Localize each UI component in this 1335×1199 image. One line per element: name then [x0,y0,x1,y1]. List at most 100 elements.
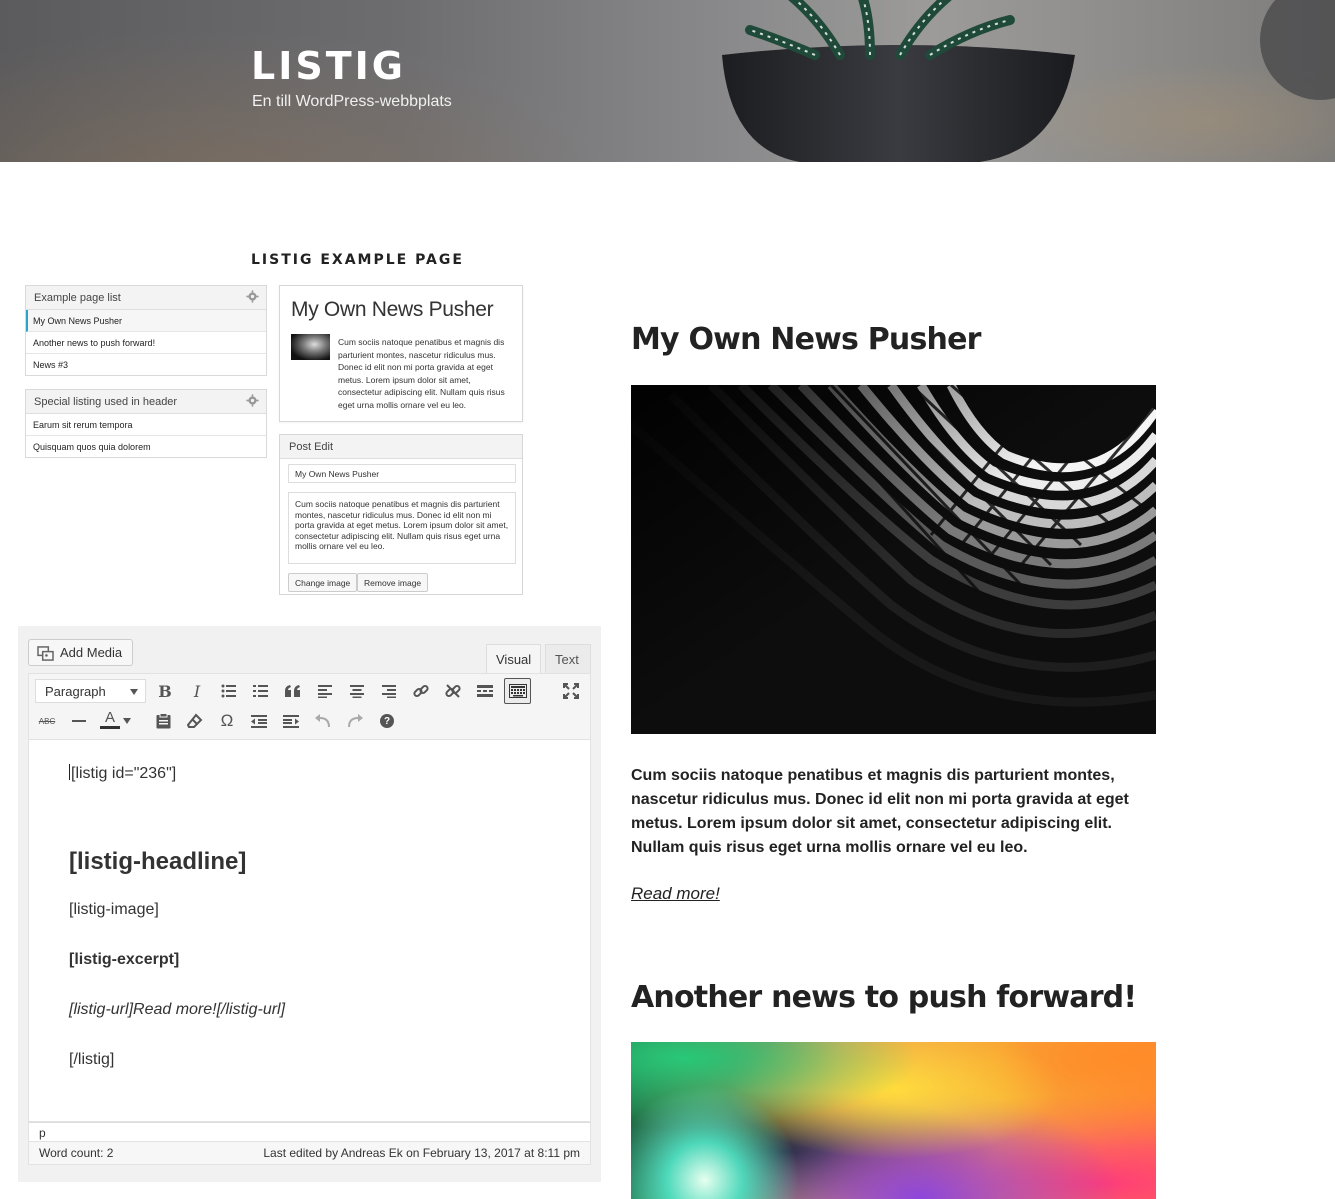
article-title[interactable]: Another news to push forward! [631,980,1137,1015]
indent-svg [283,714,299,728]
content-excerpt: [listig-excerpt] [69,951,180,968]
post-status-info: Word count: 2 Last edited by Andreas Ek … [28,1142,591,1165]
wp-editor: Add Media Visual Text Paragraph B I ABC … [18,626,601,1182]
text-color-glyph: A [104,708,115,726]
omega-glyph: Ω [220,711,234,730]
editor-toolbar: Paragraph B I ABC A Ω ? [28,673,591,740]
widget-special-listing: Special listing used in header Earum sit… [25,389,267,458]
list-item[interactable]: My Own News Pusher [26,310,266,332]
word-count: Word count: 2 [39,1146,114,1160]
list-item[interactable]: News #3 [26,354,266,376]
clear-formatting-icon[interactable] [183,709,207,733]
element-path[interactable]: p [28,1122,591,1142]
align-right-icon[interactable] [377,679,401,703]
list-item[interactable]: Quisquam quos quia dolorem [26,436,266,458]
blockquote-icon[interactable] [281,679,305,703]
widget-example-page-list: Example page list My Own News Pusher Ano… [25,285,267,376]
blockquote-svg [285,685,300,697]
list-item[interactable]: Earum sit rerum tempora [26,414,266,436]
align-center-svg [350,684,364,698]
post-excerpt-field[interactable]: Cum sociis natoque penatibus et magnis d… [288,492,516,564]
bold-glyph: B [158,681,172,701]
site-header: LISTIG En till WordPress-webbplats [0,0,1335,162]
link-svg [413,684,429,698]
redo-icon[interactable] [343,709,367,733]
align-right-svg [382,684,396,698]
special-character-icon[interactable]: Ω [215,709,239,733]
outdent-svg [251,714,267,728]
content-shortcode-close: [/listig] [69,1051,115,1068]
align-left-icon[interactable] [313,679,337,703]
preview-card-title: My Own News Pusher [291,298,494,321]
widget-header: Example page list [26,286,266,310]
format-select[interactable]: Paragraph [35,679,146,703]
text-color-swatch [100,725,120,729]
outdent-icon[interactable] [247,709,271,733]
read-more-svg [477,685,493,697]
strikethrough-glyph: ABC [38,716,56,726]
content-image: [listig-image] [69,901,159,918]
help-glyph: ? [380,714,394,728]
content-url: [listig-url]Read more![/listig-url] [69,1001,286,1018]
text-cursor [69,764,70,780]
redo-svg [348,714,363,728]
numbered-list-icon[interactable] [249,679,273,703]
article-excerpt: Cum sociis natoque penatibus et magnis d… [631,767,1129,856]
article-image [631,385,1156,734]
tab-visual[interactable]: Visual [486,644,542,673]
bold-icon[interactable]: B [153,679,177,703]
align-left-svg [318,684,332,698]
text-color-dropdown-icon[interactable] [121,709,133,733]
text-color-icon[interactable]: A [99,707,121,731]
undo-icon[interactable] [311,709,335,733]
list-item[interactable]: Another news to push forward! [26,332,266,354]
content-shortcode-open: [listig id="236"] [69,764,176,783]
fullscreen-icon[interactable] [559,679,583,703]
read-more-link[interactable]: Read more! [631,884,720,904]
chevron-down-icon [130,689,138,695]
site-description: En till WordPress-webbplats [252,93,452,110]
unlink-icon[interactable] [441,679,465,703]
preview-card-text: Cum sociis natoque penatibus et magnis d… [338,337,505,410]
undo-svg [315,714,330,728]
last-edited: Last edited by Andreas Ek on February 13… [263,1146,580,1160]
bullet-list-svg [221,684,236,698]
add-media-label: Add Media [60,645,123,660]
editor-content-area[interactable]: [listig id="236"] [listig-headline] [lis… [28,739,591,1122]
content-shortcode-open-text: [listig id="236"] [71,765,177,782]
help-icon[interactable]: ? [375,709,399,733]
indent-icon[interactable] [279,709,303,733]
read-more-icon[interactable] [473,679,497,703]
fullscreen-svg [563,683,579,699]
article-title[interactable]: My Own News Pusher [631,322,981,357]
bullet-list-icon[interactable] [217,679,241,703]
media-icon [37,646,54,661]
header-plant-image [722,0,1335,162]
toolbar-toggle-icon[interactable] [504,678,531,704]
change-image-button[interactable]: Change image [288,573,358,592]
widget-header: Special listing used in header [26,390,266,414]
content-headline: [listig-headline] [69,848,247,875]
format-select-value: Paragraph [45,684,106,699]
strikethrough-icon[interactable]: ABC [35,709,59,733]
tab-text[interactable]: Text [545,644,591,673]
numbered-list-svg [253,685,268,697]
clipboard-svg [156,713,170,729]
site-title[interactable]: LISTIG [251,44,406,88]
horizontal-line-icon[interactable] [67,709,91,733]
post-title-field[interactable]: My Own News Pusher [288,464,516,483]
widget-title: Example page list [34,292,121,304]
gear-icon[interactable] [246,394,259,407]
preview-card-thumbnail [291,334,330,360]
italic-icon[interactable]: I [185,679,209,703]
post-edit-title: Post Edit [280,435,522,459]
gear-icon[interactable] [246,290,259,303]
post-edit-box: Post Edit My Own News Pusher Cum sociis … [279,434,523,595]
chevron-down-icon [123,718,131,724]
link-icon[interactable] [409,679,433,703]
align-center-icon[interactable] [345,679,369,703]
add-media-button[interactable]: Add Media [28,639,133,666]
remove-image-button[interactable]: Remove image [357,573,429,592]
italic-glyph: I [193,681,201,701]
paste-as-text-icon[interactable] [151,709,175,733]
